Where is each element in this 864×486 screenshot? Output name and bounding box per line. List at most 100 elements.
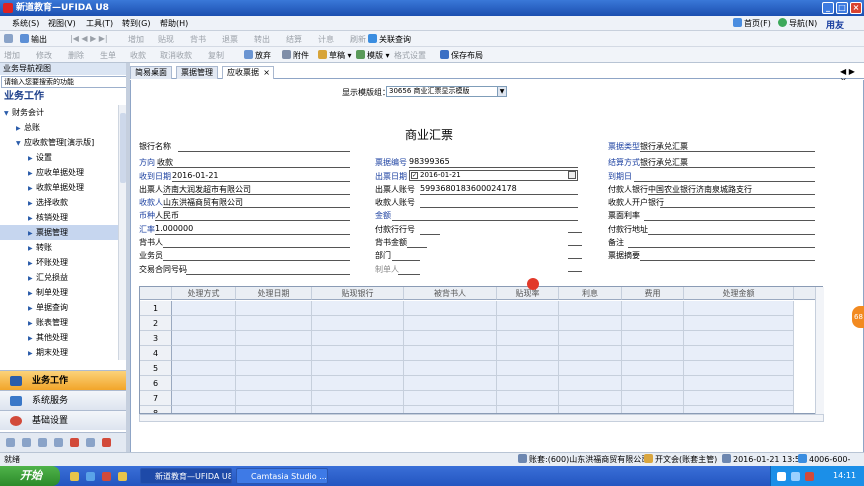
template-button[interactable]: 模版 ▾ — [356, 50, 390, 61]
grid-cell[interactable] — [559, 346, 622, 361]
receive-button[interactable]: 收款 — [130, 50, 146, 61]
menu-system[interactable]: 系统(S) — [12, 18, 39, 29]
cancel-receive-button[interactable]: 取消收款 — [160, 50, 192, 61]
grid-cell[interactable] — [622, 406, 684, 413]
grid-cell[interactable] — [684, 361, 794, 376]
maximize-button[interactable]: □ — [836, 2, 848, 14]
grid-cell[interactable] — [559, 331, 622, 346]
calendar-icon[interactable] — [568, 171, 576, 179]
nav-tree-item[interactable]: ▶ 设置 — [0, 150, 118, 165]
grid-cell[interactable] — [559, 376, 622, 391]
grid-cell[interactable] — [497, 376, 559, 391]
grid-cell[interactable] — [497, 406, 559, 413]
nav-tree-item[interactable]: ▶ 应收单据处理 — [0, 165, 118, 180]
return-bill-button[interactable]: 退票 — [222, 34, 238, 45]
nav-tree-item[interactable]: ▶ 收款单据处理 — [0, 180, 118, 195]
save-layout-button[interactable]: 保存布局 — [440, 50, 483, 61]
grid-cell[interactable] — [236, 361, 312, 376]
endorse-button[interactable]: 背书 — [190, 34, 206, 45]
grid-column-header[interactable]: 贴现率 — [497, 287, 559, 300]
grid-cell[interactable] — [622, 301, 684, 316]
grid-column-header[interactable]: 处理日期 — [236, 287, 312, 300]
grid-cell[interactable] — [172, 391, 236, 406]
side-floating-widget[interactable]: 68 — [852, 306, 864, 328]
draft-button[interactable]: 草稿 ▾ — [318, 50, 352, 61]
grid-cell[interactable] — [404, 406, 497, 413]
grid-cell[interactable] — [684, 301, 794, 316]
interest-button[interactable]: 计息 — [318, 34, 334, 45]
grid-cell[interactable] — [236, 346, 312, 361]
nav-tree-item[interactable]: ▶ 核销处理 — [0, 210, 118, 225]
start-button[interactable]: 开始 — [0, 466, 60, 486]
task-ufida-u8[interactable]: 新道教育—UFIDA U8 — [140, 468, 232, 484]
nav-tree-item[interactable]: ▶ 账表管理 — [0, 315, 118, 330]
grid-cell[interactable] — [622, 331, 684, 346]
grid-cell[interactable] — [684, 391, 794, 406]
grid-cell[interactable] — [404, 361, 497, 376]
grid-cell[interactable] — [404, 301, 497, 316]
add-button[interactable]: 增加 — [4, 50, 20, 61]
edit-button[interactable]: 修改 — [36, 50, 52, 61]
tab-bill-management[interactable]: 票据管理 — [176, 66, 218, 79]
nav-tool-icon[interactable] — [54, 438, 63, 447]
grid-cell[interactable] — [172, 376, 236, 391]
grid-cell[interactable] — [559, 406, 622, 413]
grid-cell[interactable] — [312, 406, 404, 413]
tray-icon[interactable] — [777, 472, 786, 481]
grid-cell[interactable] — [236, 301, 312, 316]
quicklaunch-icon[interactable] — [102, 472, 111, 481]
add-button-1[interactable]: 增加 — [128, 34, 144, 45]
menu-goto[interactable]: 转到(G) — [122, 18, 150, 29]
first-record-icon[interactable]: |◀ ◀ ▶ ▶| — [70, 34, 108, 43]
grid-cell[interactable] — [497, 301, 559, 316]
issue-date-input[interactable]: ✓ 2016-01-21 — [409, 170, 578, 181]
grid-cell[interactable] — [172, 301, 236, 316]
output-button[interactable]: 输出 — [20, 34, 47, 45]
related-query-button[interactable]: 关联查询 — [368, 34, 411, 45]
nav-tree-item[interactable]: ▶ 汇兑损益 — [0, 270, 118, 285]
nav-search-input[interactable]: 请输入您要搜索的功能 — [1, 76, 127, 88]
grid-cell[interactable] — [684, 376, 794, 391]
grid-cell[interactable] — [172, 346, 236, 361]
grid-column-header[interactable]: 处理方式 — [172, 287, 236, 300]
grid-cell[interactable] — [497, 391, 559, 406]
nav-tree-item[interactable]: ▶ 选择收款 — [0, 195, 118, 210]
nav-tool-icon[interactable] — [102, 438, 111, 447]
grid-cell[interactable] — [312, 391, 404, 406]
grid-cell[interactable] — [236, 331, 312, 346]
nav-tree-item[interactable]: ▶ 票据管理 — [0, 225, 118, 240]
date-checkbox-icon[interactable]: ✓ — [411, 172, 418, 179]
grid-horizontal-scrollbar[interactable] — [139, 414, 824, 422]
grid-cell[interactable] — [404, 316, 497, 331]
delete-button[interactable]: 删除 — [68, 50, 84, 61]
grid-column-header[interactable]: 贴现银行 — [312, 287, 404, 300]
grid-cell[interactable] — [684, 406, 794, 413]
grid-cell[interactable] — [236, 391, 312, 406]
grid-cell[interactable] — [312, 361, 404, 376]
nav-tree-item[interactable]: ▼ 财务会计 — [0, 105, 118, 120]
minimize-button[interactable]: _ — [822, 2, 834, 14]
grid-cell[interactable] — [684, 331, 794, 346]
nav-tree-item[interactable]: ▶ 制单处理 — [0, 285, 118, 300]
transfer-out-button[interactable]: 转出 — [254, 34, 270, 45]
close-button[interactable]: × — [850, 2, 862, 14]
copy-button[interactable]: 复制 — [208, 50, 224, 61]
grid-cell[interactable] — [312, 331, 404, 346]
grid-cell[interactable] — [684, 346, 794, 361]
tab-receivable-bill[interactable]: 应收票据 × — [222, 66, 274, 79]
grid-cell[interactable] — [172, 331, 236, 346]
grid-cell[interactable] — [684, 316, 794, 331]
grid-cell[interactable] — [404, 376, 497, 391]
grid-cell[interactable] — [497, 316, 559, 331]
grid-cell[interactable] — [622, 376, 684, 391]
discount-button[interactable]: 贴现 — [158, 34, 174, 45]
grid-cell[interactable] — [312, 316, 404, 331]
grid-cell[interactable] — [497, 331, 559, 346]
grid-cell[interactable] — [236, 406, 312, 413]
grid-cell[interactable] — [172, 316, 236, 331]
grid-cell[interactable] — [622, 391, 684, 406]
nav-tool-icon[interactable] — [22, 438, 31, 447]
settle-button[interactable]: 结算 — [286, 34, 302, 45]
nav-tree-item[interactable]: ▶ 转账 — [0, 240, 118, 255]
exchange-rate-field[interactable]: 1.000000 — [155, 224, 193, 233]
